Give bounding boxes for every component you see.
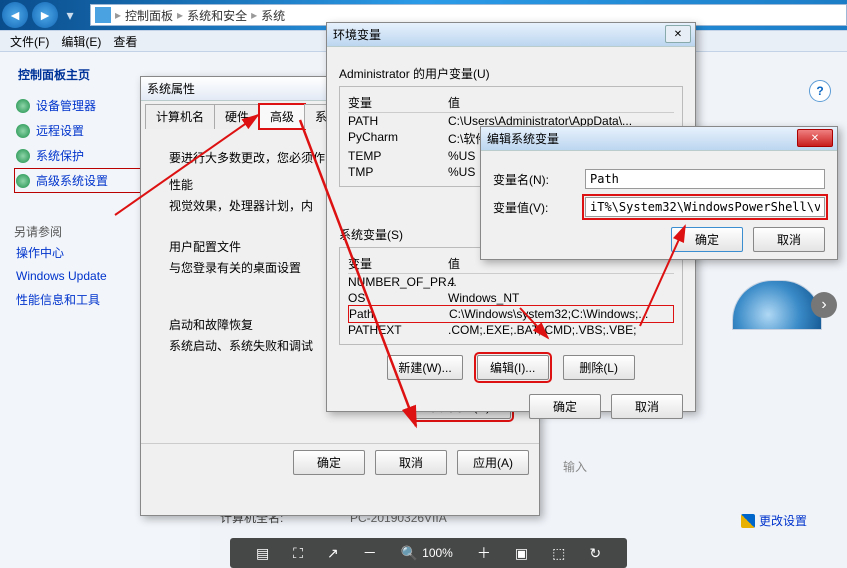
- input-hint: 输入: [563, 458, 587, 475]
- control-panel-icon: [95, 7, 111, 23]
- shield-icon: [741, 514, 755, 528]
- edit-button[interactable]: 编辑(I)...: [477, 355, 549, 380]
- zoom-level[interactable]: 🔍 100%: [401, 545, 453, 562]
- save-icon[interactable]: ▤: [256, 545, 269, 562]
- shield-icon: [16, 99, 30, 113]
- crop-icon[interactable]: ⬚: [552, 545, 565, 562]
- ok-button[interactable]: 确定: [293, 450, 365, 475]
- zoom-in-icon[interactable]: ＋: [477, 543, 491, 563]
- menu-view[interactable]: 查看: [107, 31, 143, 52]
- breadcrumb[interactable]: 系统和安全: [183, 7, 251, 24]
- new-button[interactable]: 新建(W)...: [387, 355, 462, 380]
- delete-button[interactable]: 删除(L): [563, 355, 635, 380]
- tab-advanced[interactable]: 高级: [259, 104, 305, 129]
- dialog-title: 环境变量 ✕: [327, 23, 695, 47]
- close-button[interactable]: ✕: [797, 129, 833, 147]
- fit-icon[interactable]: ▣: [515, 545, 528, 562]
- nav-history-button[interactable]: ▾: [62, 2, 78, 28]
- ok-button[interactable]: 确定: [529, 394, 601, 419]
- zoom-out-icon[interactable]: －: [363, 543, 377, 563]
- shield-icon: [16, 124, 30, 138]
- viewer-toolbar: ▤ ⛶ ↗ － 🔍 100% ＋ ▣ ⬚ ↻: [230, 538, 627, 568]
- nav-back-button[interactable]: ◄: [2, 2, 28, 28]
- menu-file[interactable]: 文件(F): [4, 31, 55, 52]
- table-row: NUMBER_OF_PR...4: [348, 274, 674, 290]
- cancel-button[interactable]: 取消: [611, 394, 683, 419]
- shield-icon: [16, 149, 30, 163]
- tab-computer-name[interactable]: 计算机名: [145, 104, 215, 129]
- dialog-body: 变量名(N): 变量值(V): 确定 取消: [481, 151, 837, 262]
- edit-variable-dialog: 编辑系统变量 ✕ 变量名(N): 变量值(V): 确定 取消: [480, 126, 838, 260]
- var-value-label: 变量值(V):: [493, 199, 573, 216]
- user-vars-label: Administrator 的用户变量(U): [339, 65, 683, 82]
- cancel-button[interactable]: 取消: [753, 227, 825, 252]
- table-row: PATHEXT.COM;.EXE;.BAT;.CMD;.VBS;.VBE;: [348, 322, 674, 338]
- var-value-input[interactable]: [585, 197, 825, 217]
- table-row: OSWindows_NT: [348, 290, 674, 306]
- cancel-button[interactable]: 取消: [375, 450, 447, 475]
- shield-icon: [16, 174, 30, 188]
- var-name-label: 变量名(N):: [493, 171, 573, 188]
- share-icon[interactable]: ↗: [327, 545, 339, 562]
- table-row-path: PathC:\Windows\system32;C:\Windows;...: [348, 305, 674, 323]
- breadcrumb[interactable]: 系统: [257, 7, 289, 24]
- breadcrumb[interactable]: 控制面板: [121, 7, 177, 24]
- size-icon[interactable]: ⛶: [293, 545, 303, 562]
- apply-button[interactable]: 应用(A): [457, 450, 529, 475]
- scroll-right-button[interactable]: ›: [811, 292, 837, 318]
- var-name-input[interactable]: [585, 169, 825, 189]
- change-settings-link[interactable]: 更改设置: [741, 512, 807, 529]
- nav-fwd-button[interactable]: ►: [32, 2, 58, 28]
- help-icon[interactable]: ?: [809, 80, 831, 102]
- ok-button[interactable]: 确定: [671, 227, 743, 252]
- windows-logo-art: [732, 280, 822, 330]
- close-button[interactable]: ✕: [665, 25, 691, 43]
- rotate-icon[interactable]: ↻: [589, 545, 601, 562]
- tab-hardware[interactable]: 硬件: [214, 104, 260, 129]
- dialog-title: 编辑系统变量 ✕: [481, 127, 837, 151]
- menu-edit[interactable]: 编辑(E): [55, 31, 107, 52]
